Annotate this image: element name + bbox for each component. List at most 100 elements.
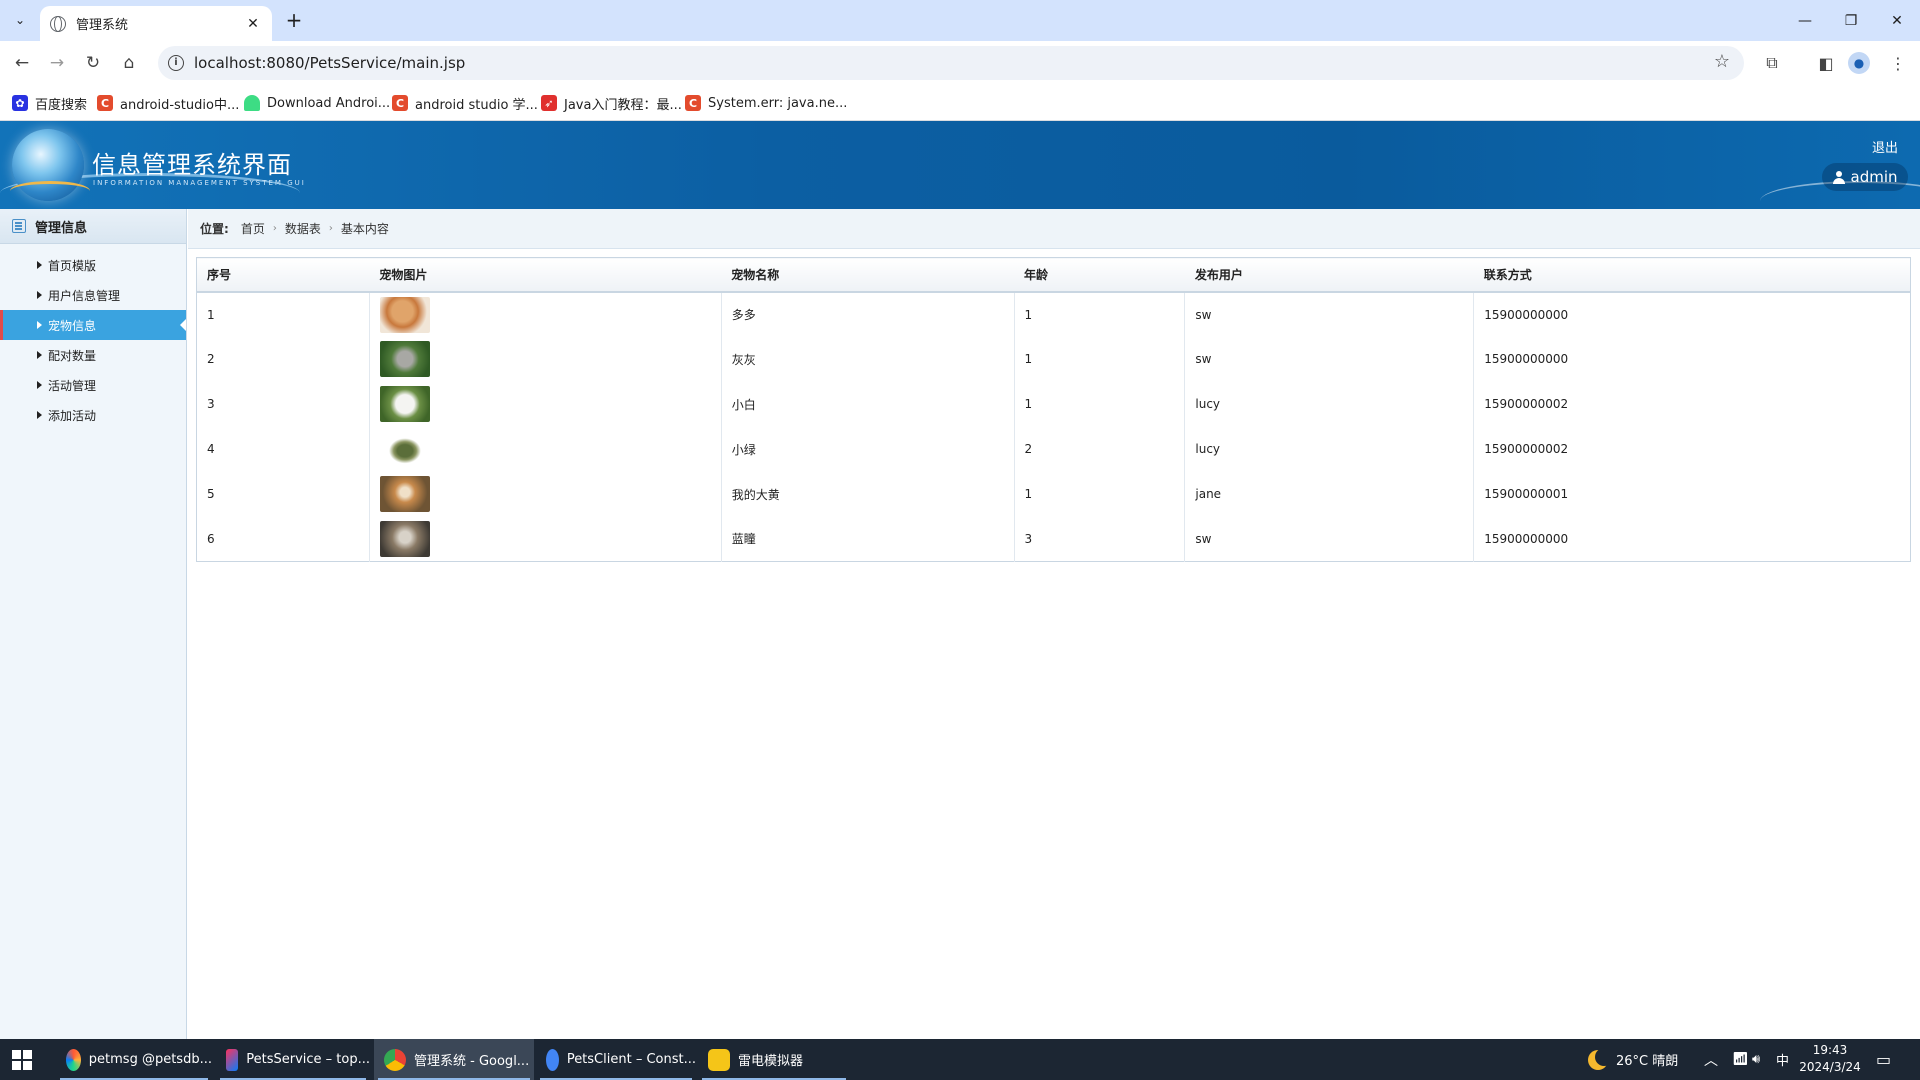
forward-arrow-icon[interactable]: → [43, 49, 71, 77]
notification-center-icon[interactable]: ▭ [1876, 1039, 1891, 1080]
datagrip-icon [66, 1048, 81, 1071]
sidebar-item-user-management[interactable]: 用户信息管理 [0, 280, 186, 310]
bookmark-item[interactable]: C android studio 学... [392, 94, 538, 113]
caret-right-icon [37, 411, 42, 419]
browser-menu-icon[interactable]: ⋮ [1884, 49, 1912, 77]
cell-contact: 15900000000 [1484, 531, 1569, 546]
bookmark-item[interactable]: ✿ 百度搜索 [12, 94, 87, 113]
close-window-icon[interactable]: ✕ [1874, 0, 1920, 41]
baidu-icon: ✿ [12, 95, 28, 111]
caret-right-icon [37, 351, 42, 359]
cell-image [369, 336, 722, 382]
moon-weather-icon [1588, 1047, 1613, 1070]
ime-indicator[interactable]: 中 [1776, 1039, 1789, 1080]
taskbar-app-android-studio[interactable]: PetsClient – Const... [536, 1039, 696, 1080]
bookmarks-bar: ✿ 百度搜索 C android-studio中... Download And… [0, 85, 1920, 121]
globe-icon [50, 15, 66, 32]
minimize-window-icon[interactable]: — [1782, 0, 1828, 41]
taskbar-clock[interactable]: 19:43 2024/3/24 [1790, 1042, 1870, 1076]
weather-widget[interactable]: 26°C 晴朗 [1588, 1039, 1678, 1080]
clock-date: 2024/3/24 [1799, 1060, 1861, 1074]
shiba-dog-photo [379, 476, 430, 512]
list-icon [12, 219, 26, 233]
cell-image [369, 471, 722, 517]
ldplayer-icon [708, 1048, 730, 1071]
taskbar-app-label: petmsg @petsdb... [88, 1052, 212, 1067]
site-info-icon[interactable]: i [168, 55, 184, 71]
table-row[interactable]: 4 小绿 2 lucy 15900000002 [196, 426, 1911, 472]
tray-overflow-chevron-icon[interactable]: ︿ [1704, 1039, 1718, 1080]
table-row[interactable]: 6 蓝瞳 3 sw 15900000000 [196, 516, 1911, 562]
taskbar-app-datagrip[interactable]: petmsg @petsdb... [56, 1039, 212, 1080]
bookmark-item[interactable]: C System.err: java.ne... [685, 94, 847, 112]
android-icon [244, 95, 260, 111]
app-subtitle: INFORMATION MANAGEMENT SYSTEM GUI [93, 179, 306, 187]
cell-name: 灰灰 [721, 336, 1015, 382]
cell-image [369, 291, 722, 337]
table-row[interactable]: 2 灰灰 1 sw 15900000000 [196, 336, 1911, 382]
cell-image [369, 426, 722, 472]
app-header: 信息管理系统界面 INFORMATION MANAGEMENT SYSTEM G… [0, 121, 1920, 209]
logout-link[interactable]: 退出 [1872, 137, 1898, 156]
swift-icon: ➶ [541, 95, 557, 111]
breadcrumb-home[interactable]: 首页 [241, 220, 265, 237]
sidebar-item-activity-management[interactable]: 活动管理 [0, 370, 186, 400]
address-url[interactable]: localhost:8080/PetsService/main.jsp [194, 54, 465, 72]
tab-search-chevron-icon[interactable]: ⌄ [8, 8, 32, 32]
bookmark-item[interactable]: C android-studio中... [97, 94, 240, 113]
side-panel-icon[interactable]: ◧ [1812, 49, 1840, 77]
sidebar-item-match-count[interactable]: 配对数量 [0, 340, 186, 370]
poodle-photo [379, 296, 430, 333]
extensions-puzzle-icon[interactable]: ⧉ [1758, 49, 1786, 77]
sidebar-item-label: 添加活动 [48, 408, 97, 423]
table-row[interactable]: 3 小白 1 lucy 15900000002 [196, 381, 1911, 427]
breadcrumb-datatable[interactable]: 数据表 [285, 220, 321, 237]
sidebar-item-label: 用户信息管理 [48, 288, 121, 303]
taskbar-app-chrome[interactable]: 管理系统 - Googl... [374, 1039, 534, 1080]
windows-start-icon[interactable] [12, 1050, 32, 1070]
taskbar-app-intellij[interactable]: PetsService – top... [216, 1039, 370, 1080]
bookmark-label: android-studio中... [120, 97, 240, 113]
taskbar-app-label: 管理系统 - Googl... [414, 1054, 530, 1069]
column-header: 年龄 [1014, 257, 1185, 293]
restore-window-icon[interactable]: ❐ [1828, 0, 1874, 41]
bookmark-item[interactable]: ➶ Java入门教程：最... [541, 94, 682, 113]
sidebar-item-pet-info[interactable]: 宠物信息 [0, 310, 186, 340]
cell-user: sw [1184, 336, 1475, 382]
cell-id: 2 [196, 336, 370, 382]
caret-right-icon [37, 381, 42, 389]
address-bar[interactable]: i localhost:8080/PetsService/main.jsp ☆ [158, 46, 1744, 80]
cell-name: 多多 [721, 291, 1015, 337]
table-row[interactable]: 1 多多 1 sw 15900000000 [196, 291, 1911, 337]
sidebar-item-add-activity[interactable]: 添加活动 [0, 400, 186, 430]
reload-icon[interactable]: ↻ [79, 49, 107, 77]
bookmark-star-icon[interactable]: ☆ [1714, 51, 1730, 72]
chevron-right-icon: › [272, 223, 277, 234]
back-arrow-icon[interactable]: ← [8, 49, 36, 77]
home-icon[interactable]: ⌂ [115, 49, 143, 77]
cell-user: sw [1184, 291, 1475, 337]
profile-avatar-icon[interactable]: ● [1848, 52, 1870, 74]
tab-title: 管理系统 [76, 18, 129, 33]
column-header: 宠物名称 [721, 257, 1014, 293]
browser-tab-active[interactable]: 管理系统 ✕ [40, 6, 272, 41]
cell-user: lucy [1184, 426, 1475, 472]
cell-age: 3 [1014, 516, 1186, 562]
bookmark-label: Java入门教程：最... [564, 97, 682, 113]
csdn-icon: C [392, 95, 408, 111]
sidebar-heading[interactable]: 管理信息 [0, 209, 186, 244]
chrome-icon [384, 1048, 406, 1071]
user-badge[interactable]: admin [1822, 163, 1908, 191]
cell-age: 1 [1014, 291, 1186, 337]
bookmark-item[interactable]: Download Androi... [244, 94, 390, 112]
taskbar-app-ldplayer[interactable]: 雷电模拟器 [698, 1039, 850, 1080]
new-tab-icon[interactable]: + [282, 8, 306, 32]
volume-icon[interactable]: 🔊︎ [1752, 1039, 1760, 1080]
network-icon[interactable]: 📶︎ [1732, 1039, 1749, 1080]
table-row[interactable]: 5 我的大黄 1 jane 15900000001 [196, 471, 1911, 517]
caret-right-icon [37, 261, 42, 269]
sidebar-item-home-template[interactable]: 首页模版 [0, 250, 186, 280]
sidebar-item-label: 配对数量 [48, 348, 97, 363]
close-tab-icon[interactable]: ✕ [244, 16, 262, 32]
android-studio-icon [546, 1048, 559, 1071]
